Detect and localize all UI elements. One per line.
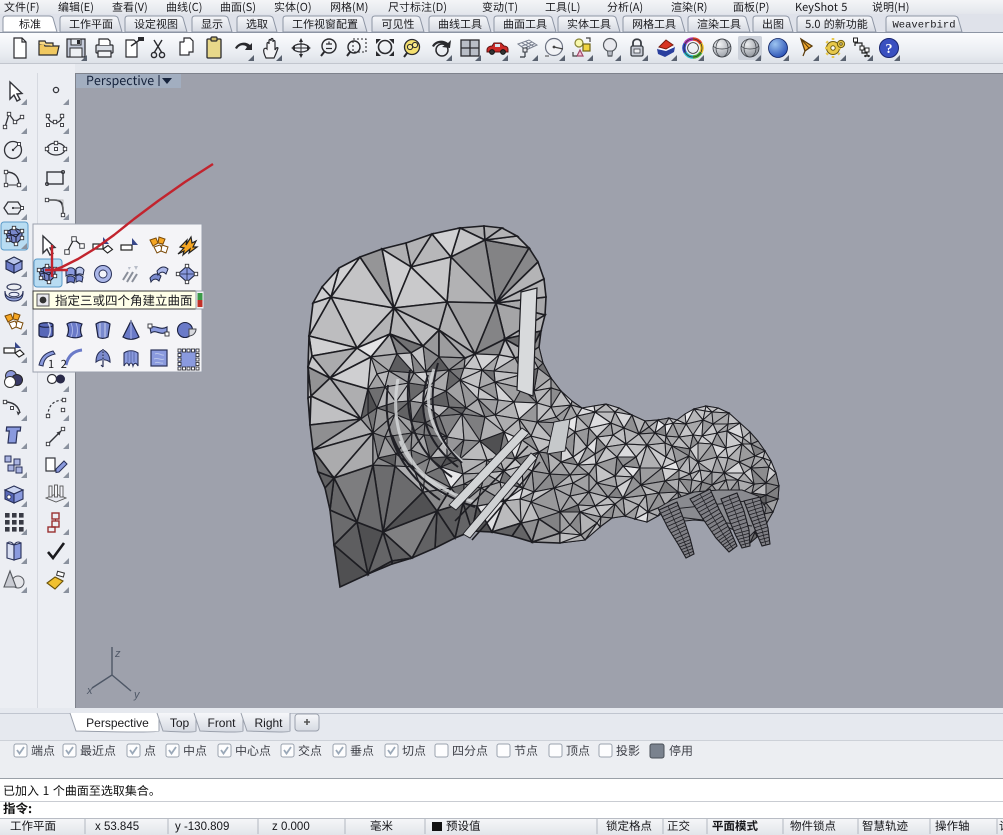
svg-text:z: z	[114, 648, 121, 660]
svg-text:?: ?	[886, 42, 893, 57]
svg-text:Right: Right	[254, 716, 283, 730]
svg-text:z 0.000: z 0.000	[272, 821, 310, 833]
svg-text:y: y	[133, 689, 141, 701]
svg-text:Top: Top	[170, 716, 190, 730]
svg-text:Front: Front	[207, 716, 236, 730]
svg-text:Weaverbird: Weaverbird	[892, 20, 955, 32]
svg-text:x 53.845: x 53.845	[95, 821, 139, 833]
svg-text:x: x	[86, 685, 93, 697]
svg-text:Perspective: Perspective	[86, 716, 149, 730]
svg-text:y -130.809: y -130.809	[175, 821, 229, 833]
